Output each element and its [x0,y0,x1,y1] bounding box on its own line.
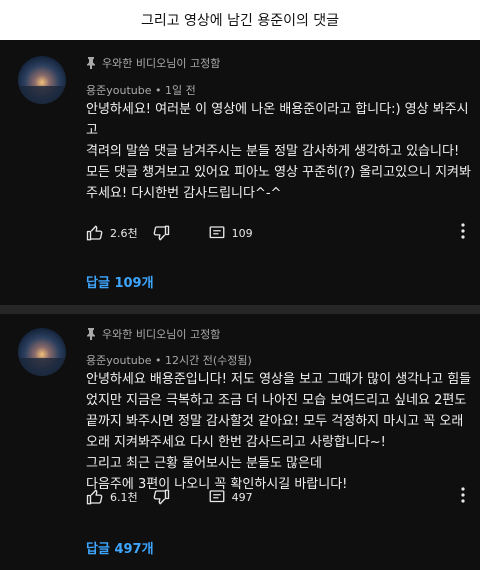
view-replies-link[interactable]: 답글 109개 [86,272,154,291]
comment-text: 안녕하세요 배용준입니다! 저도 영상을 보고 그때가 많이 생각나고 힘들었지… [86,372,472,492]
reply-button[interactable]: 497 [208,488,253,506]
thumbs-down-icon [153,489,169,505]
comment-meta: 용준youtube • 1일 전 [86,82,196,98]
thumbs-up-icon [86,225,103,241]
more-vert-icon [461,487,465,503]
pinned-label: 우와한 비디오님이 고정함 [86,326,220,342]
meta-separator: • [155,84,162,97]
comment-text: 안녕하세요! 여러분 이 영상에 나온 배용준이라고 합니다:) 영상 봐주시고… [86,102,471,201]
author-name[interactable]: 용준youtube [86,354,152,367]
thumbs-up-icon [86,489,103,505]
reply-count: 497 [231,490,253,504]
reply-icon [209,226,225,239]
more-vert-icon [461,223,465,239]
header-title: 그리고 영상에 남긴 용준이의 댓글 [140,13,340,29]
avatar-image [18,56,66,104]
comment-actions: 6.1천 497 [86,486,476,508]
section-divider [0,305,480,314]
header-bar: 그리고 영상에 남긴 용준이의 댓글 [0,0,480,40]
reply-count: 109 [231,226,253,240]
avatar[interactable] [18,328,66,376]
author-name[interactable]: 용준youtube [86,84,152,97]
pin-icon [87,57,95,69]
dislike-button[interactable] [152,488,170,506]
more-options-button[interactable] [460,223,466,243]
comment-actions: 2.6천 109 [86,222,476,244]
comment-time: 12시간 전(수정됨) [165,354,252,367]
comment-card: 우와한 비디오님이 고정함 용준youtube • 12시간 전(수정됨) 안녕… [0,314,480,570]
view-replies-link[interactable]: 답글 497개 [86,538,154,557]
reply-icon [209,490,225,503]
dislike-button[interactable] [152,224,170,242]
avatar-image [18,328,66,376]
pinned-text: 우와한 비디오님이 고정함 [102,328,221,341]
comment-card: 우와한 비디오님이 고정함 용준youtube • 1일 전 안녕하세요! 여러… [0,40,480,305]
like-count: 2.6천 [110,227,138,240]
like-button[interactable]: 6.1천 [86,488,138,506]
comment-meta: 용준youtube • 12시간 전(수정됨) [86,352,252,368]
pinned-text: 우와한 비디오님이 고정함 [102,57,221,70]
pinned-label: 우와한 비디오님이 고정함 [86,55,220,71]
like-button[interactable]: 2.6천 [86,224,138,242]
thumbs-down-icon [153,225,169,241]
comment-time: 1일 전 [165,84,196,97]
like-count: 6.1천 [110,491,138,504]
reply-button[interactable]: 109 [208,224,253,242]
pin-icon [87,328,95,340]
meta-separator: • [155,354,162,367]
avatar[interactable] [18,56,66,104]
more-options-button[interactable] [460,487,466,507]
